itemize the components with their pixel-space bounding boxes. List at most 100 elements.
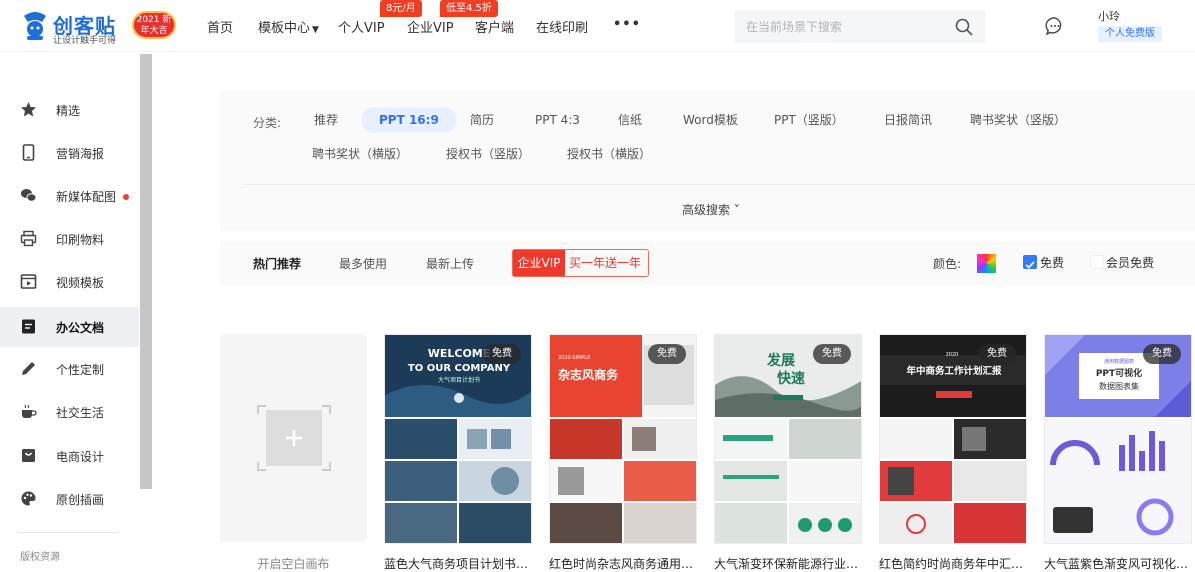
cover-title-2: 快速: [777, 370, 805, 387]
nav-home[interactable]: 首页: [207, 17, 233, 36]
enterprise-vip-label: 企业VIP: [513, 250, 565, 276]
sidebar-item-label: 个性定制: [56, 363, 105, 377]
search-icon[interactable]: [954, 17, 974, 37]
nav-personal-vip[interactable]: 个人VIP: [338, 17, 385, 36]
template-card[interactable]: 2020·SIMPLE 杂志风商务 免费: [549, 334, 697, 544]
message-icon[interactable]: [1045, 16, 1065, 36]
template-title[interactable]: 大气渐变环保新能源行业PPT: [714, 555, 862, 572]
template-title[interactable]: 大气蓝紫色渐变风可视化PPT: [1044, 555, 1192, 572]
sidebar-item-office-docs[interactable]: 办公文档: [0, 307, 139, 347]
more-icon[interactable]: •••: [613, 17, 641, 32]
sidebar-item-label: 原创插画: [56, 493, 105, 507]
template-title[interactable]: 红色简约时尚商务年中汇报PPT: [879, 555, 1027, 572]
printer-icon: [20, 230, 37, 247]
blank-canvas-card[interactable]: [220, 334, 367, 542]
sidebar-item-marketing-poster[interactable]: 营销海报: [0, 133, 139, 173]
sidebar-item-label: 印刷物料: [56, 233, 105, 247]
nav-enterprise-vip[interactable]: 企业VIP: [407, 17, 454, 36]
advanced-search-toggle[interactable]: 高级搜索 ˅: [682, 201, 740, 218]
sort-most-used[interactable]: 最多使用: [339, 255, 387, 272]
sidebar-item-featured[interactable]: 精选: [0, 90, 139, 130]
template-card[interactable]: WELCOME TO OUR COMPANY 大气项目计划书 免费: [384, 334, 532, 544]
user-plan-badge[interactable]: 个人免费版: [1098, 26, 1162, 42]
category-certificate-vertical[interactable]: 聘书奖状（竖版）: [952, 107, 1084, 133]
sidebar-item-label: 精选: [56, 104, 81, 118]
coffee-icon: [22, 404, 37, 418]
free-checkbox[interactable]: [1023, 255, 1037, 269]
video-icon: [20, 274, 37, 289]
user-name[interactable]: 小玲: [1098, 8, 1120, 24]
brand-logo[interactable]: 创客贴 让设计触手可得 2021 新年大吉: [20, 8, 178, 46]
search-input[interactable]: [746, 17, 946, 37]
promo-label: 买一年送一年: [569, 256, 642, 270]
new-year-badge: 2021 新年大吉: [132, 11, 176, 39]
enterprise-vip-promo-button[interactable]: 企业VIP 买一年送一年: [512, 249, 649, 277]
sort-newest[interactable]: 最新上传: [426, 255, 474, 272]
sidebar-item-new-media[interactable]: 新媒体配图: [0, 176, 139, 216]
template-title[interactable]: 红色时尚杂志风商务通用PPT: [549, 555, 697, 572]
nav-client[interactable]: 客户端: [475, 17, 514, 36]
category-authorization-horizontal[interactable]: 授权书（横版）: [549, 141, 669, 167]
sidebar-divider: [18, 532, 118, 533]
logo-mascot-icon: [24, 12, 46, 40]
category-resume[interactable]: 简历: [452, 107, 512, 133]
cover-sub: 通用数据图表: [1104, 358, 1134, 365]
document-icon: [22, 319, 35, 334]
category-certificate-horizontal[interactable]: 聘书奖状（横版）: [294, 141, 426, 167]
sidebar-item-video[interactable]: 视频模板: [0, 262, 139, 302]
template-title[interactable]: 蓝色大气商务项目计划书PPT: [384, 555, 532, 572]
caret-down-icon: ▼: [312, 25, 319, 35]
cover-title-2: 数据图表集: [1099, 381, 1139, 391]
personal-vip-price-tag: 8元/月: [380, 0, 422, 17]
free-badge: 免费: [813, 344, 851, 364]
brand-slogan: 让设计触手可得: [53, 36, 117, 46]
sidebar-item-illustration[interactable]: 原创插画: [0, 479, 139, 519]
category-ppt-4-3[interactable]: PPT 4:3: [517, 107, 598, 133]
sidebar-item-ecommerce[interactable]: 电商设计: [0, 436, 139, 476]
enterprise-vip-discount-tag: 低至4.5折: [440, 0, 498, 17]
cover-sub: 2020·SIMPLE: [558, 355, 590, 361]
category-ppt-vertical[interactable]: PPT（竖版）: [756, 107, 862, 133]
category-letter-paper[interactable]: 信纸: [600, 107, 660, 133]
blank-canvas-label[interactable]: 开启空白画布: [220, 555, 367, 572]
cover-title-1: PPT可视化: [1096, 367, 1142, 379]
color-picker-icon[interactable]: [977, 254, 996, 273]
category-authorization-vertical[interactable]: 授权书（竖版）: [428, 141, 548, 167]
top-header: 创客贴 让设计触手可得 2021 新年大吉 首页 模板中心 ▼ 个人VIP 8元/…: [0, 0, 1195, 52]
category-daily-news[interactable]: 日报简讯: [866, 107, 950, 133]
template-card[interactable]: 发展 快速 免费: [714, 334, 862, 544]
nav-templates-label: 模板中心: [258, 21, 311, 36]
template-card[interactable]: 2020 年中商务工作计划汇报 免费: [879, 334, 1027, 544]
sidebar-item-label: 营销海报: [56, 147, 105, 161]
sidebar-scrollbar[interactable]: [140, 54, 152, 489]
nav-templates[interactable]: 模板中心 ▼: [258, 17, 319, 36]
category-recommend[interactable]: 推荐: [296, 107, 356, 133]
cover-title: 发展: [766, 352, 795, 369]
color-filter-label: 颜色:: [933, 257, 962, 271]
check-icon: [1025, 261, 1035, 269]
sidebar-item-label: 电商设计: [56, 450, 105, 464]
category-ppt-16-9[interactable]: PPT 16:9: [361, 107, 457, 133]
cover-title: 年中商务工作计划汇报: [906, 365, 1002, 377]
template-thumbnail: WELCOME TO OUR COMPANY 大气项目计划书: [385, 335, 531, 543]
sidebar-item-print[interactable]: 印刷物料: [0, 219, 139, 259]
template-thumbnail: 2020 年中商务工作计划汇报: [880, 335, 1026, 543]
template-card[interactable]: 通用数据图表 PPT可视化 数据图表集 免费: [1044, 334, 1192, 544]
add-canvas-icon: [257, 405, 331, 471]
sidebar-item-custom[interactable]: 个性定制: [0, 349, 139, 389]
free-checkbox-label[interactable]: 免费: [1040, 254, 1064, 271]
category-label: 分类:: [253, 116, 282, 130]
sidebar-item-label: 办公文档: [56, 321, 105, 335]
member-free-checkbox[interactable]: [1090, 255, 1104, 269]
sidebar-item-label: 新媒体配图: [56, 190, 117, 204]
shop-icon: [22, 449, 35, 462]
sidebar-item-social-life[interactable]: 社交生活: [0, 392, 139, 432]
template-thumbnail: 2020·SIMPLE 杂志风商务: [550, 335, 696, 543]
pencil-icon: [22, 362, 35, 375]
category-word-template[interactable]: Word模板: [665, 107, 756, 133]
cover-title: 杂志风商务: [558, 367, 619, 382]
sort-hot[interactable]: 热门推荐: [253, 255, 301, 272]
sidebar-item-label: 视频模板: [56, 276, 105, 290]
member-free-checkbox-label[interactable]: 会员免费: [1106, 254, 1154, 271]
nav-print[interactable]: 在线印刷: [536, 17, 588, 36]
